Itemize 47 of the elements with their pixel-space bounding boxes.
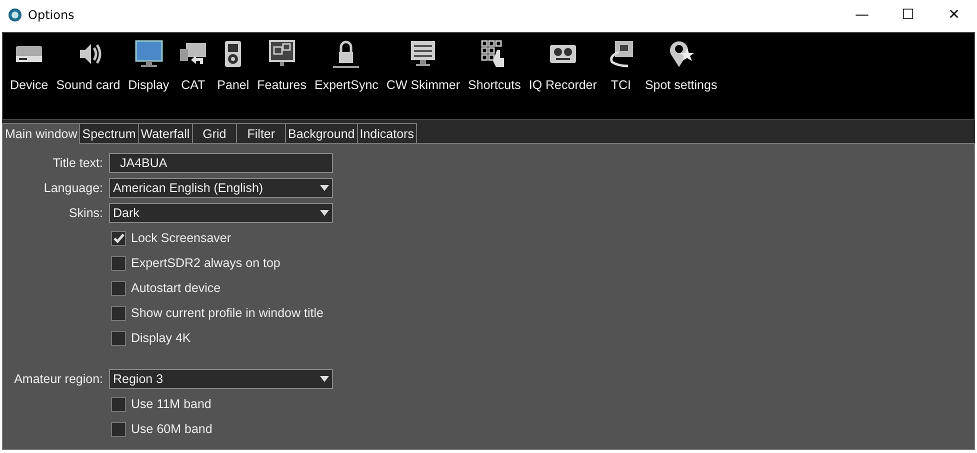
field-label: Skins: bbox=[68, 206, 103, 220]
toolbar-button[interactable]: Sound card bbox=[54, 38, 122, 100]
app-icon bbox=[8, 8, 22, 22]
checkbox[interactable] bbox=[111, 256, 126, 270]
close-button[interactable]: ✕ bbox=[931, 0, 977, 30]
checkbox[interactable] bbox=[111, 230, 126, 246]
checkbox-label: Use 11M band bbox=[131, 397, 212, 411]
checkbox-label: Lock Screensaver bbox=[131, 231, 232, 245]
caret-icon bbox=[320, 376, 329, 382]
minimize-button[interactable]: — bbox=[839, 0, 885, 30]
checkbox-label: Display 4K bbox=[131, 331, 191, 345]
monitor-icon bbox=[132, 38, 165, 70]
checkbox[interactable] bbox=[111, 422, 126, 436]
tab[interactable]: Indicators bbox=[356, 123, 417, 143]
tab[interactable]: Spectrum bbox=[79, 123, 139, 143]
toolbar-button[interactable]: CW Skimmer bbox=[384, 38, 462, 100]
toolbar-button[interactable]: IQ Recorder bbox=[526, 38, 599, 100]
maximize-button[interactable]: ☐ bbox=[885, 0, 931, 30]
toolbar-button[interactable]: TCI bbox=[602, 38, 639, 100]
toolbar-button[interactable]: Shortcuts bbox=[466, 38, 523, 100]
text-field[interactable]: JA4BUA bbox=[109, 153, 333, 173]
window-title: Options bbox=[28, 8, 76, 22]
dropdown[interactable]: Dark bbox=[109, 203, 333, 223]
dropdown[interactable]: American English (English) bbox=[109, 178, 333, 198]
field-label: Title text: bbox=[52, 156, 103, 170]
field-label: Language: bbox=[42, 181, 103, 195]
checkbox[interactable] bbox=[111, 396, 126, 412]
dropdown[interactable]: Region 3 bbox=[109, 369, 333, 389]
checkbox-label: Autostart device bbox=[131, 281, 221, 295]
toolbar-button[interactable]: CAT bbox=[175, 38, 212, 100]
caret-icon bbox=[320, 185, 329, 191]
checkbox-label: Show current profile in window title bbox=[131, 306, 324, 320]
caret-icon bbox=[320, 210, 329, 216]
toolbar-button[interactable]: Display bbox=[126, 38, 172, 100]
checkbox-label: Use 60M band bbox=[131, 422, 212, 436]
toolbar-button[interactable]: Spot settings bbox=[642, 38, 720, 100]
checkbox[interactable] bbox=[111, 330, 126, 346]
toolbar-button[interactable]: ExpertSync bbox=[312, 38, 380, 100]
checkbox[interactable] bbox=[111, 306, 126, 320]
checkbox-label: ExpertSDR2 always on top bbox=[131, 256, 280, 270]
tab[interactable]: Background bbox=[285, 123, 358, 143]
toolbar-button[interactable]: Features bbox=[255, 38, 308, 100]
tab[interactable]: Main window bbox=[2, 123, 80, 144]
toolbar-button[interactable]: Device bbox=[8, 38, 50, 100]
field-label: Amateur region: bbox=[13, 372, 103, 386]
checkbox[interactable] bbox=[111, 280, 126, 296]
toolbar-button[interactable]: Panel bbox=[215, 38, 252, 100]
